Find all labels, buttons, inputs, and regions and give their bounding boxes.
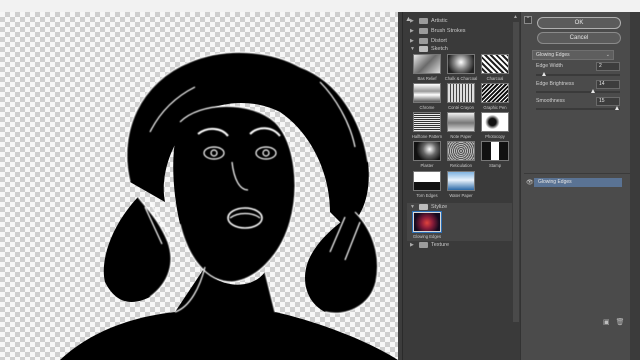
thumbnail-image [413,83,441,103]
filter-label: Plaster [420,163,434,168]
expand-arrow-icon: ▶ [410,242,414,248]
category-label: Stylize [431,204,448,210]
smoothness-input[interactable]: 15 [596,97,620,106]
thumbnail-image [481,141,509,161]
filter-label: Torn Edges [416,193,438,198]
edge-brightness-input[interactable]: 14 [596,80,620,89]
filter-label: Graphic Pen [483,105,507,110]
chevron-up-icon: ⌃ [525,17,531,23]
expand-arrow-icon: ▶ [410,18,414,24]
filter-thumb-note-paper[interactable]: Note Paper [443,112,479,139]
edge-brightness-label: Edge Brightness [536,81,575,87]
filter-label: Conté Crayon [448,105,474,110]
filter-thumb-charcoal[interactable]: Charcoal [477,54,513,81]
category-brush-strokes[interactable]: ▶ Brush Strokes [410,26,466,36]
folder-icon [419,242,428,248]
dropdown-value: Glowing Edges [536,52,570,58]
edge-width-label: Edge Width [536,63,563,69]
category-label: Artistic [431,18,448,24]
filter-thumb-graphic-pen[interactable]: Graphic Pen [477,83,513,110]
filter-label: Halftone Pattern [411,134,443,139]
effect-layer-glowing-edges[interactable]: Glowing Edges [534,178,622,187]
filter-label: Chalk & Charcoal [444,76,478,81]
folder-icon [419,28,428,34]
category-stylize[interactable]: ▼ Stylize [410,202,447,212]
chevron-down-icon: ⌄ [605,52,610,58]
collapse-arrow-icon: ▼ [410,46,415,52]
scrollbar-thumb[interactable] [513,22,519,322]
gallery-scrollbar[interactable]: ▲ [512,12,520,360]
thumbnail-image [413,171,441,191]
filter-label: Charcoal [486,76,504,81]
filter-label: Glowing Edges [412,234,442,239]
eye-icon[interactable]: 👁 [526,179,534,186]
ok-button[interactable]: OK [537,17,621,29]
filter-label: Photocopy [485,134,505,139]
filter-thumb-chalk-charcoal[interactable]: Chalk & Charcoal [443,54,479,81]
filter-label: Chrome [419,105,435,110]
open-folder-icon [419,204,428,210]
filter-thumb-stamp[interactable]: Stamp [477,141,513,168]
scroll-up-icon[interactable]: ▲ [513,14,518,20]
category-sketch[interactable]: ▼ Sketch [410,44,448,54]
thumbnail-image [447,54,475,74]
edge-brightness-slider[interactable] [536,89,620,93]
thumbnail-image [481,112,509,132]
filter-label: Water Paper [449,193,473,198]
filter-thumb-glowing-edges[interactable]: Glowing Edges [409,212,445,239]
filter-thumb-halftone-pattern[interactable]: Halftone Pattern [409,112,445,139]
thumbnail-image [447,141,475,161]
preview-canvas[interactable] [0,12,398,360]
open-folder-icon [419,46,428,52]
filter-thumb-reticulation[interactable]: Reticulation [443,141,479,168]
glowing-edges-preview-image [60,51,398,360]
thumbnail-image [447,112,475,132]
thumbnail-image [413,212,441,232]
filter-label: Note Paper [450,134,472,139]
category-label: Texture [431,242,450,248]
filter-label: Stamp [488,163,502,168]
thumbnail-image [413,54,441,74]
thumbnail-image [481,83,509,103]
filter-thumb-conte-crayon[interactable]: Conté Crayon [443,83,479,110]
thumbnail-image [413,141,441,161]
slider-knob[interactable] [591,89,596,93]
delete-effect-layer-icon[interactable]: 🗑 [616,318,625,326]
thumbnail-image [413,112,441,132]
slider-knob[interactable] [541,72,546,76]
thumbnail-image [481,54,509,74]
filter-select-dropdown[interactable]: Glowing Edges ⌄ [532,50,614,60]
collapse-arrow-icon: ▼ [410,204,415,210]
top-bar [0,0,640,12]
category-label: Sketch [431,46,448,52]
filter-thumb-photocopy[interactable]: Photocopy [477,112,513,139]
filter-thumb-plaster[interactable]: Plaster [409,141,445,168]
category-artistic[interactable]: ▶ Artistic [410,16,448,26]
slider-knob[interactable] [615,106,619,110]
edge-width-slider[interactable] [536,72,620,76]
filter-thumb-bas-relief[interactable]: Bas Relief [409,54,445,81]
smoothness-slider[interactable] [536,106,620,110]
filter-label: Reticulation [450,163,472,168]
filter-thumb-chrome[interactable]: Chrome [409,83,445,110]
new-effect-layer-icon[interactable]: ▣ [603,318,610,326]
edge-width-input[interactable]: 2 [596,62,620,71]
category-texture[interactable]: ▶ Texture [410,240,449,250]
filter-label: Bas Relief [417,76,437,81]
thumbnail-image [447,83,475,103]
expand-arrow-icon: ▶ [410,28,414,34]
folder-icon [419,18,428,24]
right-edge-strip [630,12,640,360]
cancel-button[interactable]: Cancel [537,32,621,44]
collapse-gallery-button[interactable]: ⌃ [524,16,532,24]
effect-layer-tools: ▣ 🗑 [603,318,625,326]
effect-layers-panel [524,173,630,313]
thumbnail-image [447,171,475,191]
filter-thumb-torn-edges[interactable]: Torn Edges [409,171,445,198]
category-label: Brush Strokes [431,28,466,34]
smoothness-label: Smoothness [536,98,565,104]
filter-thumb-water-paper[interactable]: Water Paper [443,171,479,198]
